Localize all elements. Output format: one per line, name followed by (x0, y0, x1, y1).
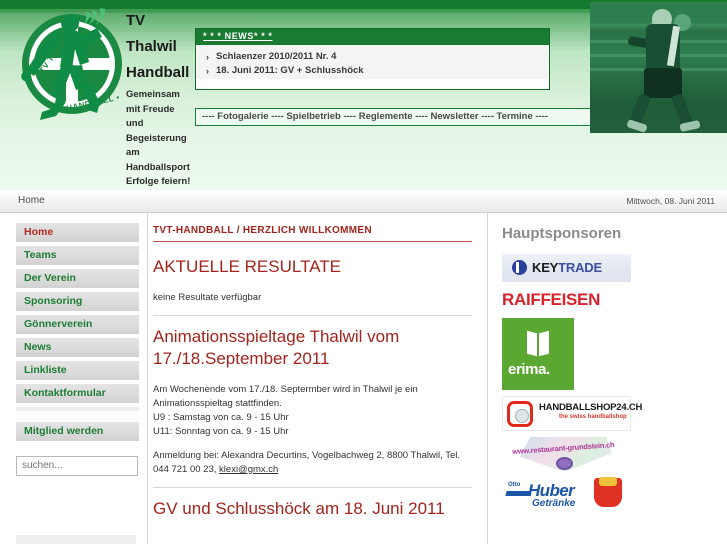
huber-text-secondary: Getränke (532, 498, 576, 507)
sidebar-item-linkliste[interactable]: Linkliste (16, 361, 139, 380)
sidebar-item-teams[interactable]: Teams (16, 246, 139, 265)
sidebar-item-label: Sponsoring (24, 295, 83, 307)
sidebar-item-label: Home (24, 226, 54, 238)
current-date: Mittwoch, 08. Juni 2011 (626, 196, 715, 206)
page-body: Home Teams Der Verein Sponsoring Gönnerv… (0, 213, 727, 544)
chevron-right-icon: › (206, 52, 209, 62)
contact-email-link[interactable]: klexi@gmx.ch (219, 464, 278, 475)
handballshop-text: HANDBALLSHOP24.CH (539, 402, 643, 413)
sidebar-item-label: Kontaktformular (24, 387, 106, 399)
huber-figure-icon (594, 477, 622, 507)
sponsor-logo-raiffeisen[interactable]: RAIFFEISEN (502, 288, 727, 312)
news-item-label: Schlaenzer 2010/2011 Nr. 4 (216, 51, 337, 62)
page-root: TV THALWIL • HANDBALL • (0, 0, 727, 545)
article-title-animationsspieltage: Animationsspieltage Thalwil vom 17./18.S… (153, 327, 400, 368)
search-container (16, 455, 139, 476)
club-title-line-1: TV (126, 12, 146, 29)
article-title-gv-schlusshoeck: GV und Schlusshöck am 18. Juni 2011 (153, 499, 445, 518)
top-navigation[interactable]: ---- Fotogalerie ---- Spielbetrieb ---- … (195, 108, 591, 126)
sidebar-navigation: Home Teams Der Verein Sponsoring Gönnerv… (0, 213, 148, 544)
breadcrumb-bar: Home Mittwoch, 08. Juni 2011 (0, 190, 727, 213)
raiffeisen-text: RAIFFEISEN (502, 288, 631, 312)
huber-bar-icon (505, 491, 531, 496)
news-list: › Schlaenzer 2010/2011 Nr. 4 › 18. Juni … (196, 45, 549, 78)
sidebar-item-label: Der Verein (24, 272, 76, 284)
sidebar-item-label: Gönnerverein (24, 318, 93, 330)
news-box: * * * NEWS* * * › Schlaenzer 2010/2011 N… (195, 28, 550, 90)
news-item[interactable]: › 18. Juni 2011: GV + Schlusshöck (206, 64, 549, 78)
sidebar-item-sponsoring[interactable]: Sponsoring (16, 292, 139, 311)
handball-player-logo-icon (21, 8, 105, 120)
sidebar-item-label: Linkliste (24, 364, 67, 376)
sidebar-item-label: Teams (24, 249, 57, 261)
sidebar-item-news[interactable]: News (16, 338, 139, 357)
sidebar-divider (16, 407, 139, 411)
sponsor-logo-keytrade[interactable]: KEYTRADE (502, 254, 727, 282)
contact-text: Anmeldung bei: Alexandra Decurtins, Voge… (153, 450, 461, 475)
body-line: Animationsspieltag stattfinden. (153, 398, 282, 409)
top-nav-text[interactable]: ---- Fotogalerie ---- Spielbetrieb ---- … (202, 111, 548, 122)
club-title-line-2: Thalwil (126, 38, 177, 55)
sponsor-logo-handballshop24[interactable]: HANDBALLSHOP24.CH the swiss handballshop (502, 396, 727, 431)
search-input[interactable] (16, 455, 138, 476)
sidebar-footer-block (16, 535, 136, 544)
club-logo[interactable]: TV THALWIL • HANDBALL • (8, 4, 128, 122)
keytrade-text-a: KEY (532, 260, 559, 275)
news-box-footer (196, 79, 549, 89)
news-box-title: * * * NEWS* * * (196, 29, 549, 45)
keytrade-mark-icon (512, 260, 527, 275)
erima-text: erima. (508, 361, 550, 378)
huber-small-text: Otto (508, 482, 521, 488)
article-body-resultate: keine Resultate verfügbar (153, 292, 262, 303)
erima-leaf-icon (526, 330, 550, 357)
sidebar-item-der-verein[interactable]: Der Verein (16, 269, 139, 288)
article-title-resultate: AKTUELLE RESULTATE (153, 257, 341, 276)
header-photo (590, 2, 727, 133)
sponsors-heading: Hauptsponsoren (502, 225, 622, 242)
article-divider (153, 487, 472, 488)
sidebar-item-label: News (24, 341, 52, 353)
grundstein-seal-icon (556, 457, 573, 470)
news-item[interactable]: › Schlaenzer 2010/2011 Nr. 4 (206, 50, 549, 64)
article-contact-animationsspieltage: Anmeldung bei: Alexandra Decurtins, Voge… (153, 449, 472, 477)
article-body-animationsspieltage: Am Wochenende vom 17./18. Septermber wir… (153, 383, 472, 439)
sidebar-item-label: Mitglied werden (24, 425, 104, 437)
club-title-line-3: Handball (126, 64, 190, 81)
body-line: U9 : Samstag von ca. 9 - 15 Uhr (153, 412, 289, 423)
main-content: TVT-HANDBALL / HERZLICH WILLKOMMEN AKTUE… (149, 213, 486, 544)
keytrade-text-b: TRADE (558, 260, 602, 275)
sidebar-item-home[interactable]: Home (16, 223, 139, 242)
body-line: Am Wochenende vom 17./18. Septermber wir… (153, 384, 418, 395)
sponsor-logo-restaurant-grundstein[interactable]: www.restaurant-grundstein.ch (502, 437, 727, 471)
chevron-right-icon: › (206, 66, 209, 76)
sidebar-item-goennerverein[interactable]: Gönnerverein (16, 315, 139, 334)
page-title: TVT-HANDBALL / HERZLICH WILLKOMMEN (153, 225, 472, 242)
site-header: TV THALWIL • HANDBALL • (0, 0, 727, 190)
club-motto: Gemeinsam mit Freude und Begeisterung am… (126, 89, 191, 187)
club-title: TV Thalwil Handball (126, 8, 192, 86)
handballshop-ball-icon (507, 401, 533, 427)
sponsors-panel: Hauptsponsoren KEYTRADE RAIFFEISEN erima… (487, 213, 727, 544)
handballshop-subtext: the swiss handballshop (559, 414, 627, 420)
sidebar-item-kontaktformular[interactable]: Kontaktformular (16, 384, 139, 403)
sidebar-item-mitglied-werden[interactable]: Mitglied werden (16, 422, 139, 441)
breadcrumb[interactable]: Home (18, 195, 45, 206)
sponsor-logo-erima[interactable]: erima. (502, 318, 727, 390)
sponsor-logo-huber-getraenke[interactable]: Otto Huber Getränke (502, 477, 727, 507)
article-divider (153, 315, 472, 316)
news-item-label: 18. Juni 2011: GV + Schlusshöck (216, 65, 364, 76)
body-line: U11: Sonntag von ca. 9 - 15 Uhr (153, 426, 289, 437)
